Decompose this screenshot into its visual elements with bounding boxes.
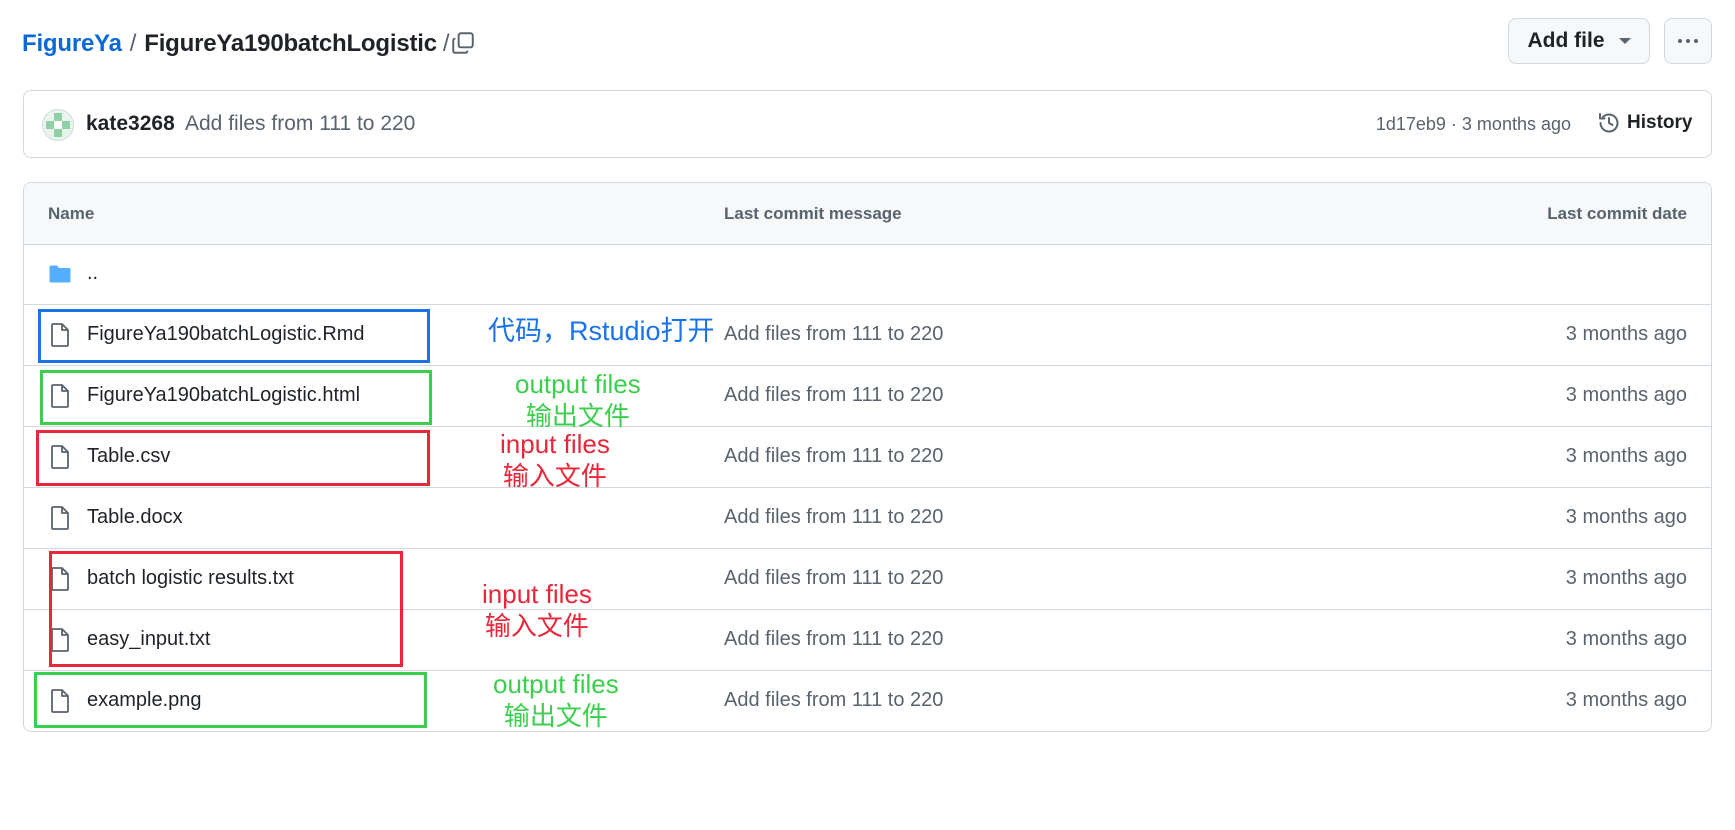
annotation-output-line-en: output files <box>493 669 619 699</box>
file-commit-message-link[interactable]: Add files from 111 to 220 <box>724 384 943 407</box>
table-row[interactable]: Table.docx Add files from 111 to 220 3 m… <box>24 488 1711 549</box>
commit-meta-dot: · <box>1450 114 1457 134</box>
file-commit-message-link[interactable]: Add files from 111 to 220 <box>724 506 943 529</box>
file-commit-message-link[interactable]: Add files from 111 to 220 <box>724 445 943 468</box>
annotation-input-line-en: input files <box>500 429 610 459</box>
commit-time: 3 months ago <box>1461 114 1571 134</box>
file-commit-date: 3 months ago <box>1565 445 1687 467</box>
kebab-dot <box>1678 39 1682 43</box>
file-commit-date: 3 months ago <box>1565 323 1687 345</box>
history-icon <box>1599 113 1619 133</box>
folder-icon <box>49 265 71 283</box>
file-commit-message-link[interactable]: Add files from 111 to 220 <box>724 567 943 590</box>
chevron-down-icon <box>1618 38 1631 44</box>
kebab-dot <box>1694 39 1698 43</box>
annotation-box-code <box>38 309 430 363</box>
commit-message-link[interactable]: Add files from 111 to 220 <box>185 112 415 136</box>
copy-path-button[interactable] <box>448 28 478 58</box>
parent-directory-link[interactable]: .. <box>87 262 98 285</box>
annotation-input-line-zh: 输入文件 <box>484 611 589 641</box>
file-commit-date: 3 months ago <box>1565 384 1687 406</box>
file-icon <box>51 506 69 530</box>
latest-commit-bar: kate3268 Add files from 111 to 220 1d17e… <box>23 90 1712 158</box>
add-file-button[interactable]: Add file <box>1508 18 1650 64</box>
column-header-message: Last commit message <box>724 204 902 223</box>
add-file-label: Add file <box>1527 29 1605 52</box>
breadcrumb-repo-link[interactable]: FigureYa <box>22 30 122 58</box>
file-commit-message-link[interactable]: Add files from 111 to 220 <box>724 628 943 651</box>
annotation-output-line-zh: 输出文件 <box>503 701 608 731</box>
annotation-box-input-txt <box>49 551 403 667</box>
file-commit-message-link[interactable]: Add files from 111 to 220 <box>724 689 943 712</box>
table-header: Name Last commit message Last commit dat… <box>24 183 1711 245</box>
copy-icon <box>452 32 474 54</box>
annotation-input-label: input files 输入文件 <box>500 428 610 492</box>
more-options-button[interactable] <box>1664 18 1712 64</box>
commit-author-link[interactable]: kate3268 <box>86 112 175 136</box>
identicon-icon <box>43 110 73 140</box>
file-commit-date: 3 months ago <box>1565 628 1687 650</box>
annotation-box-output-png <box>34 672 427 728</box>
annotation-output-label: output files 输出文件 <box>515 368 641 432</box>
breadcrumb-current-folder: FigureYa190batchLogistic <box>144 30 437 57</box>
column-header-name: Name <box>48 204 95 223</box>
annotation-input-label: input files 输入文件 <box>482 578 592 642</box>
breadcrumb-separator: / <box>129 30 137 57</box>
file-commit-date: 3 months ago <box>1565 506 1687 528</box>
annotation-output-line-en: output files <box>515 369 641 399</box>
annotation-code-label: 代码，Rstudio打开 <box>488 316 715 346</box>
table-row-parent-directory[interactable]: .. <box>24 244 1711 305</box>
breadcrumb: FigureYa / FigureYa190batchLogistic / <box>22 28 450 60</box>
commit-meta: 1d17eb9 · 3 months ago <box>1376 114 1571 135</box>
annotation-box-input-csv <box>36 430 430 486</box>
annotation-output-label: output files 输出文件 <box>493 668 619 732</box>
annotation-input-line-en: input files <box>482 579 592 609</box>
kebab-dot <box>1686 39 1690 43</box>
annotation-input-line-zh: 输入文件 <box>502 461 607 491</box>
commit-sha-link[interactable]: 1d17eb9 <box>1376 114 1446 134</box>
file-name-link[interactable]: Table.docx <box>87 506 183 529</box>
file-commit-date: 3 months ago <box>1565 689 1687 711</box>
annotation-box-output-html <box>40 370 432 425</box>
history-label: History <box>1627 112 1693 133</box>
column-header-date: Last commit date <box>1547 204 1687 223</box>
file-commit-date: 3 months ago <box>1565 567 1687 589</box>
file-commit-message-link[interactable]: Add files from 111 to 220 <box>724 323 943 346</box>
avatar[interactable] <box>42 109 74 141</box>
history-button[interactable]: History <box>1597 111 1692 135</box>
